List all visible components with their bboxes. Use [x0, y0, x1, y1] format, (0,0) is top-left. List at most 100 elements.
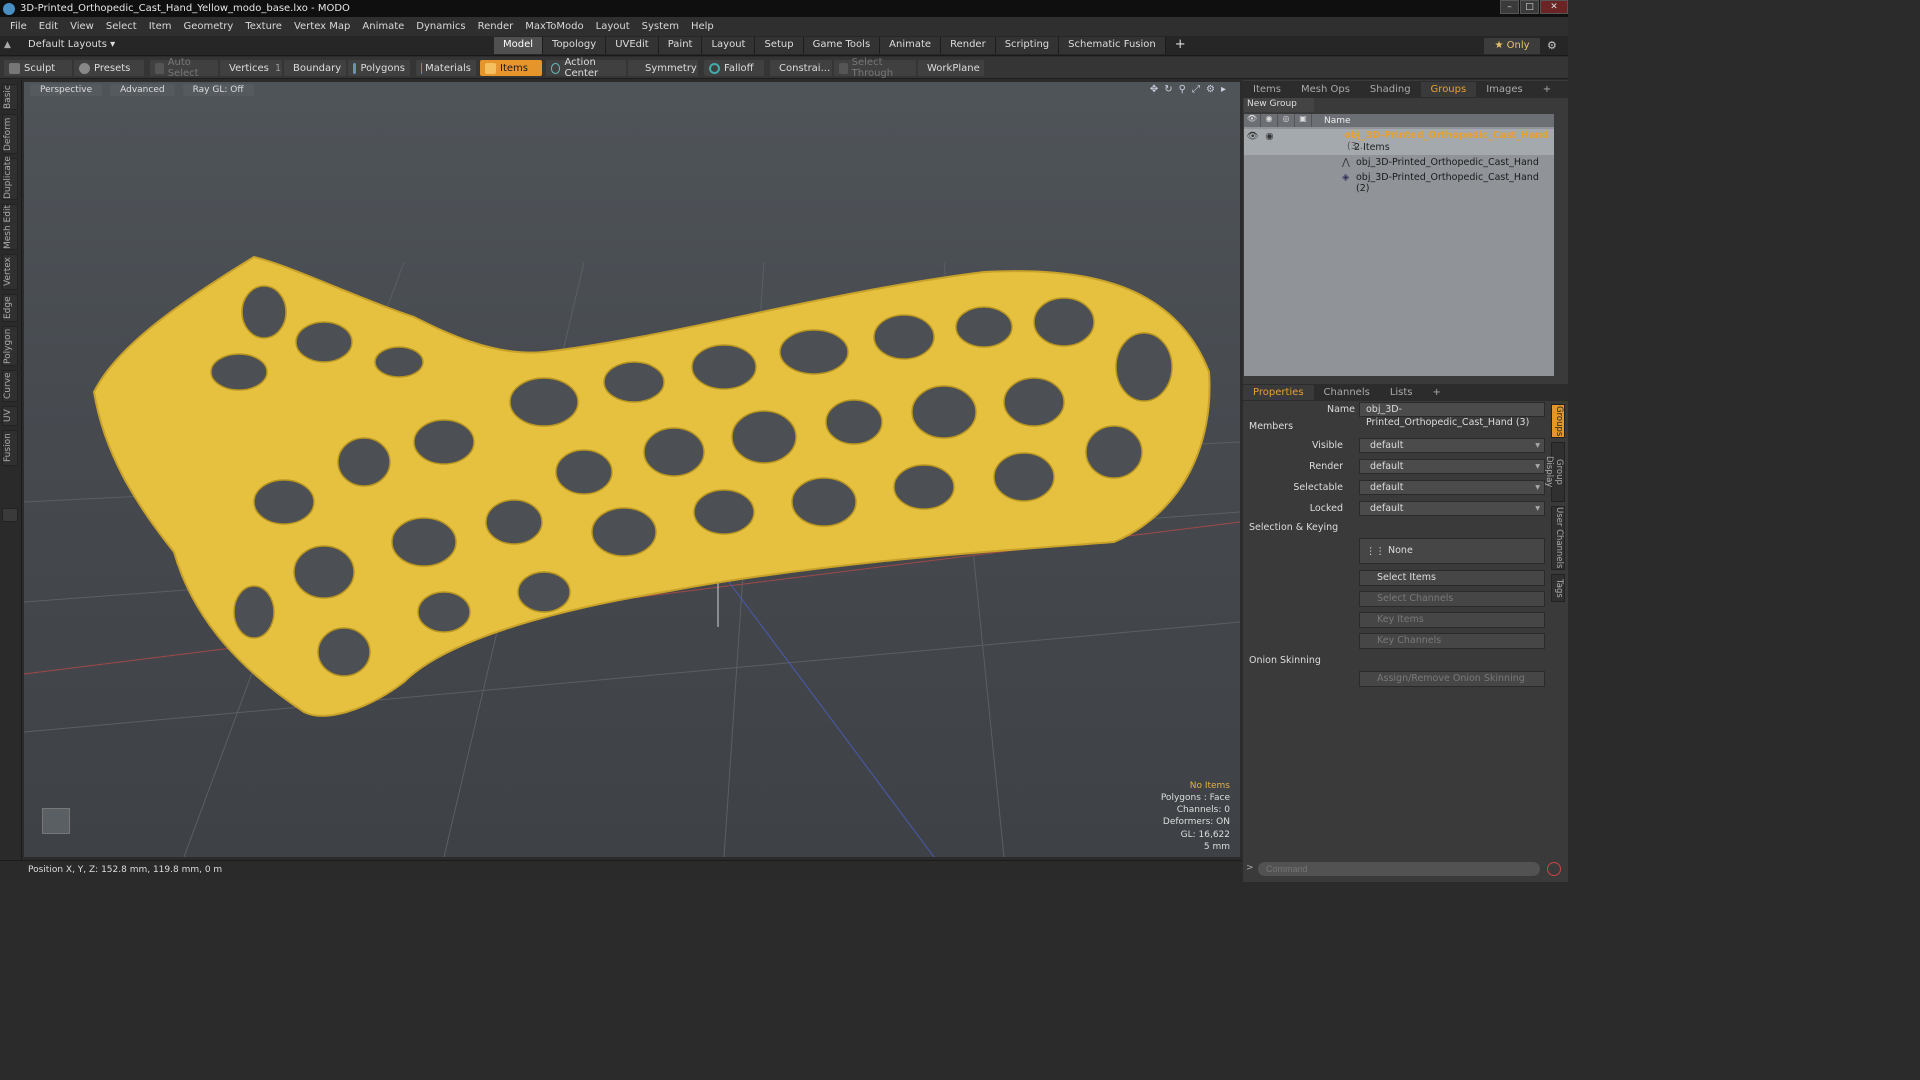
select-channels-button[interactable]: Select Channels [1359, 591, 1545, 607]
render-select[interactable]: default ▾ [1359, 459, 1545, 474]
menu-dynamics[interactable]: Dynamics [410, 21, 471, 32]
render-toggle-icon[interactable]: ◉ [1261, 131, 1278, 142]
group-row[interactable]: 👁 ◉ obj_3D-Printed_Orthopedic_Cast_Hand … [1244, 129, 1554, 155]
key-items-button[interactable]: Key Items [1359, 612, 1545, 628]
left-tab-vertex[interactable]: Vertex [2, 254, 18, 290]
menu-file[interactable]: File [4, 21, 33, 32]
menu-view[interactable]: View [64, 21, 100, 32]
eye-icon[interactable]: 👁 [1244, 131, 1261, 142]
workplane-button[interactable]: WorkPlane [918, 60, 984, 76]
tab-properties[interactable]: Properties [1243, 385, 1314, 400]
add-tab-button[interactable]: + [1166, 37, 1195, 54]
items-button[interactable]: Items [480, 60, 542, 76]
name-field[interactable]: obj_3D-Printed_Orthopedic_Cast_Hand (3) [1359, 402, 1545, 428]
constrain-button[interactable]: Constrai... [770, 60, 832, 76]
tab-groups[interactable]: Groups [1420, 82, 1477, 97]
presets-button[interactable]: Presets [74, 60, 144, 76]
layout-toggle-icon[interactable]: ▲ [4, 40, 14, 50]
tab-animate[interactable]: Animate [880, 37, 942, 54]
menu-system[interactable]: System [636, 21, 685, 32]
tab-shading[interactable]: Shading [1360, 82, 1421, 97]
left-tab-duplicate[interactable]: Duplicate [2, 156, 18, 200]
selectable-select[interactable]: default ▾ [1359, 480, 1545, 495]
vertices-button[interactable]: Vertices 1 [220, 60, 282, 76]
vtab-group-display[interactable]: Group Display [1544, 442, 1565, 502]
tree-child-item[interactable]: ⋀ obj_3D-Printed_Orthopedic_Cast_Hand [1244, 157, 1554, 171]
only-button[interactable]: ★ Only [1484, 38, 1540, 54]
tab-render[interactable]: Render [941, 37, 996, 54]
gear-icon[interactable]: ⚙ [1547, 39, 1557, 52]
select-through-button[interactable]: Select Through [834, 57, 916, 79]
boundary-button[interactable]: Boundary [284, 60, 346, 76]
left-tab-fusion[interactable]: Fusion [2, 430, 18, 466]
tab-setup[interactable]: Setup [755, 37, 804, 54]
maximize-button[interactable]: □ [1520, 0, 1539, 14]
polygons-button[interactable]: Polygons [348, 60, 410, 76]
vtab-user-channels[interactable]: User Channels [1551, 506, 1565, 570]
selection-keying-section[interactable]: Selection & Keying [1249, 522, 1338, 533]
command-input[interactable] [1258, 862, 1540, 876]
add-panel-tab[interactable]: + [1533, 82, 1561, 97]
tab-channels[interactable]: Channels [1314, 385, 1380, 400]
minimize-button[interactable]: – [1500, 0, 1519, 14]
none-button[interactable]: ⋮⋮ None [1359, 538, 1545, 564]
key-channels-button[interactable]: Key Channels [1359, 633, 1545, 649]
tab-lists[interactable]: Lists [1380, 385, 1423, 400]
materials-button[interactable]: Materials [416, 60, 476, 76]
tree-child-item[interactable]: ◈ obj_3D-Printed_Orthopedic_Cast_Hand (2… [1244, 172, 1554, 194]
command-run-icon[interactable] [1547, 862, 1561, 876]
assign-onion-button[interactable]: Assign/Remove Onion Skinning [1359, 671, 1545, 687]
selectable-label: Selectable [1293, 482, 1343, 493]
axis-orientation-widget[interactable] [42, 808, 70, 834]
menu-vertex-map[interactable]: Vertex Map [288, 21, 356, 32]
left-tab-mesh-edit[interactable]: Mesh Edit [2, 204, 18, 250]
left-tab-polygon[interactable]: Polygon [2, 326, 18, 366]
menu-animate[interactable]: Animate [356, 21, 410, 32]
menu-select[interactable]: Select [100, 21, 143, 32]
tab-model[interactable]: Model [494, 37, 544, 54]
menu-item[interactable]: Item [143, 21, 178, 32]
menu-layout[interactable]: Layout [590, 21, 636, 32]
locked-select[interactable]: default ▾ [1359, 501, 1545, 516]
menu-texture[interactable]: Texture [239, 21, 288, 32]
menu-render[interactable]: Render [472, 21, 520, 32]
close-button[interactable]: ✕ [1540, 0, 1568, 14]
vtab-groups[interactable]: Groups [1551, 404, 1565, 438]
add-properties-tab[interactable]: + [1423, 385, 1451, 400]
default-layouts-dropdown[interactable]: Default Layouts ▾ [28, 39, 115, 50]
visible-select[interactable]: default ▾ [1359, 438, 1545, 453]
menu-geometry[interactable]: Geometry [177, 21, 239, 32]
menu-help[interactable]: Help [685, 21, 720, 32]
vtab-tags[interactable]: Tags [1551, 574, 1565, 602]
menu-maxtomodo[interactable]: MaxToModo [519, 21, 589, 32]
3d-viewport[interactable]: Perspective Advanced Ray GL: Off ✥ ↻ ⚲ ⤢… [24, 82, 1240, 857]
tab-topology[interactable]: Topology [543, 37, 607, 54]
symmetry-button[interactable]: Symmetry [628, 60, 698, 76]
tab-scripting[interactable]: Scripting [995, 37, 1060, 54]
left-tab-uv[interactable]: UV [2, 406, 18, 426]
falloff-button[interactable]: Falloff [704, 60, 764, 76]
tab-game-tools[interactable]: Game Tools [803, 37, 881, 54]
action-center-button[interactable]: Action Center [546, 57, 626, 79]
tab-uvedit[interactable]: UVEdit [606, 37, 659, 54]
select-items-button[interactable]: Select Items [1359, 570, 1545, 586]
auto-select-button[interactable]: Auto Select [150, 57, 218, 79]
tab-images[interactable]: Images [1476, 82, 1533, 97]
channels-info: Channels: 0 [1176, 805, 1230, 816]
tab-mesh-ops[interactable]: Mesh Ops [1291, 82, 1360, 97]
tab-schematic-fusion[interactable]: Schematic Fusion [1059, 37, 1166, 54]
tab-paint[interactable]: Paint [658, 37, 703, 54]
left-tab-basic[interactable]: Basic [2, 84, 18, 110]
tab-layout[interactable]: Layout [702, 37, 756, 54]
left-tab-curve[interactable]: Curve [2, 370, 18, 402]
cast-hand-model[interactable] [92, 255, 1211, 717]
left-tab-toggle[interactable] [2, 508, 18, 522]
members-section[interactable]: Members [1249, 421, 1293, 432]
onion-skinning-section[interactable]: Onion Skinning [1249, 655, 1321, 666]
menu-edit[interactable]: Edit [33, 21, 64, 32]
left-tab-deform[interactable]: Deform [2, 114, 18, 154]
tab-items[interactable]: Items [1243, 82, 1291, 97]
left-tab-edge[interactable]: Edge [2, 294, 18, 322]
new-group-button[interactable]: New Group [1244, 98, 1314, 112]
sculpt-button[interactable]: Sculpt [4, 60, 72, 76]
